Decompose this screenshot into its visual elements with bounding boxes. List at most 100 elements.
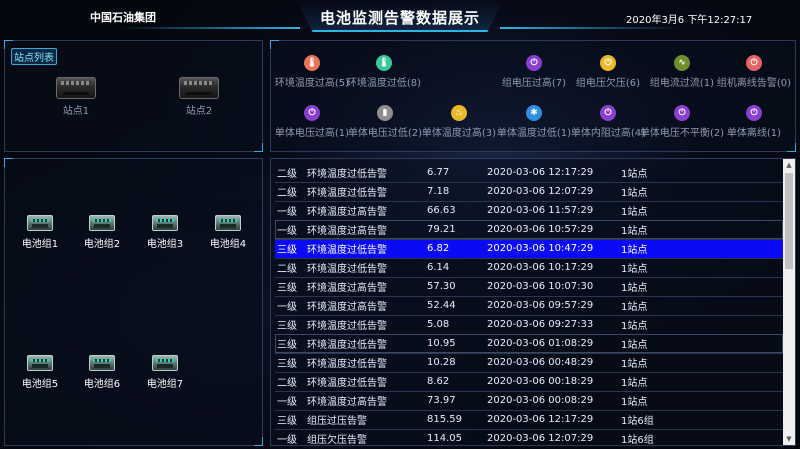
alarm-level: 一级 (277, 226, 297, 237)
alarm-value: 6.14 (427, 262, 450, 273)
group-label: 电池组3 (146, 239, 184, 250)
alarm-location: 1站点 (621, 168, 648, 180)
alarm-type: 环境温度过低告警 (307, 321, 387, 332)
station-label: 站点1 (62, 106, 90, 117)
alarm-level: 三级 (277, 283, 297, 294)
battery-cabinet-icon (152, 355, 178, 371)
alarm-time: 2020-03-06 00:08:29 (487, 395, 594, 406)
station-item-2[interactable]: 站点2 (169, 77, 229, 117)
scroll-down-arrow-icon[interactable]: ▼ (783, 433, 795, 445)
battery-group-4[interactable]: 电池组4 (202, 215, 254, 250)
alarm-row[interactable]: 二级 环境温度过低告警 7.18 2020-03-06 12:07:29 1站点 (275, 182, 783, 201)
battery-group-5[interactable]: 电池组5 (14, 355, 66, 390)
battery-group-7[interactable]: 电池组7 (139, 355, 191, 390)
alarm-location: 1站点 (621, 359, 648, 370)
page-title: 电池监测告警数据展示 (319, 9, 480, 27)
alarm-row[interactable]: 三级 组压过压告警 815.59 2020-03-06 12:17:29 1站6组 (275, 410, 783, 429)
alarm-row[interactable]: 三级 环境温度过低告警 6.82 2020-03-06 10:47:29 1站点 (275, 239, 783, 258)
alarm-value: 114.05 (427, 433, 462, 444)
alarm-time: 2020-03-06 11:57:29 (487, 205, 594, 216)
header-rule-left (120, 27, 300, 29)
alarm-row[interactable]: 三级 环境温度过低告警 5.08 2020-03-06 09:27:33 1站点 (275, 315, 783, 334)
alarm-row[interactable]: 一级 环境温度过高告警 73.97 2020-03-06 00:08:29 1站点 (275, 391, 783, 410)
alarm-type: 环境温度过低告警 (307, 188, 387, 199)
alarm-time: 2020-03-06 00:48:29 (487, 357, 594, 368)
alarm-level: 三级 (277, 245, 297, 256)
thermometer-low-icon: 🌡 (376, 55, 392, 71)
alarm-row[interactable]: 二级 环境温度过低告警 6.77 2020-03-06 12:17:29 1站点 (275, 163, 783, 182)
battery-group-2[interactable]: 电池组2 (76, 215, 128, 250)
alarm-time: 2020-03-06 12:17:29 (487, 414, 594, 425)
stations-panel: 站点列表 站点1 站点2 (4, 40, 263, 152)
alarm-row[interactable]: 三级 环境温度过高告警 57.30 2020-03-06 10:07:30 1站点 (275, 277, 783, 296)
alarm-level: 二级 (277, 378, 297, 389)
header-rule-right (500, 27, 680, 29)
alarm-row[interactable]: 一级 环境温度过高告警 52.44 2020-03-06 09:57:29 1站点 (275, 296, 783, 315)
alarm-row[interactable]: 三级 环境温度过低告警 10.95 2020-03-06 01:08:29 1站点 (275, 334, 783, 353)
current-wave-icon: ∿ (674, 55, 690, 71)
alarm-value: 6.77 (427, 166, 450, 178)
alarm-type: 环境温度过低告警 (307, 264, 387, 275)
alarm-time: 2020-03-06 01:08:29 (487, 338, 594, 349)
company-name: 中国石油集团 (90, 11, 156, 24)
station-item-1[interactable]: 站点1 (46, 77, 106, 117)
alarm-type-cell-offline[interactable]: ⏻ 单体离线(1) (719, 105, 789, 139)
alarm-row[interactable]: 二级 环境温度过低告警 6.14 2020-03-06 10:17:29 1站点 (275, 258, 783, 277)
alarm-type: 环境温度过高告警 (307, 283, 387, 294)
alarm-type-label: 组机离线告警(0) (716, 78, 792, 89)
alarm-time: 2020-03-06 10:57:29 (487, 224, 594, 235)
alarm-level: 三级 (277, 321, 297, 332)
alarm-type: 环境温度过低告警 (307, 168, 387, 180)
group-label: 电池组2 (83, 239, 121, 250)
alarm-level: 一级 (277, 397, 297, 408)
alarm-type: 环境温度过高告警 (307, 226, 387, 237)
scroll-up-arrow-icon[interactable]: ▲ (783, 159, 795, 171)
thermometer-high-icon: 🌡 (304, 55, 320, 71)
group-label: 电池组5 (21, 379, 59, 390)
battery-group-6[interactable]: 电池组6 (76, 355, 128, 390)
alarm-location: 1站点 (621, 207, 648, 218)
alarm-value: 52.44 (427, 300, 456, 311)
alarm-type-group-offline[interactable]: ⏻ 组机离线告警(0) (717, 55, 791, 89)
alarm-time: 2020-03-06 12:07:29 (487, 433, 594, 444)
alarm-type-env-temp-low[interactable]: 🌡 环境温度过低(8) (347, 55, 421, 89)
alarm-time: 2020-03-06 10:47:29 (487, 243, 594, 254)
alarm-type: 环境温度过高告警 (307, 207, 387, 218)
alarm-list-panel: 二级 环境温度过低告警 6.77 2020-03-06 12:17:29 1站点 二级 环境… (270, 158, 796, 446)
alarm-row[interactable]: 二级 环境温度过低告警 8.62 2020-03-06 00:18:29 1站点 (275, 372, 783, 391)
alarm-level: 二级 (277, 168, 297, 180)
group-label: 电池组1 (21, 239, 59, 250)
alarm-location: 1站点 (621, 245, 648, 256)
alarm-level: 一级 (277, 302, 297, 313)
alarm-time: 2020-03-06 09:57:29 (487, 300, 594, 311)
alarm-location: 1站点 (621, 397, 648, 408)
scrollbar-thumb[interactable] (785, 173, 793, 269)
battery-cabinet-icon (152, 215, 178, 231)
resistance-icon: ⏻ (600, 105, 616, 121)
alarm-row[interactable]: 一级 组压欠压告警 114.05 2020-03-06 12:07:29 1站6组 (275, 429, 783, 445)
power-low-icon: ⏻ (600, 55, 616, 71)
alarm-time: 2020-03-06 10:07:30 (487, 281, 594, 292)
battery-cabinet-icon (89, 355, 115, 371)
alarm-location: 1站点 (621, 302, 648, 313)
cell-power-high-icon: ⏻ (304, 105, 320, 121)
alarm-row[interactable]: 一级 环境温度过高告警 79.21 2020-03-06 10:57:29 1站点 (275, 220, 783, 239)
alarm-row[interactable]: 一级 环境温度过高告警 66.63 2020-03-06 11:57:29 1站点 (275, 201, 783, 220)
alarm-location: 1站点 (621, 264, 648, 275)
alarm-row[interactable]: 三级 环境温度过低告警 10.28 2020-03-06 00:48:29 1站点 (275, 353, 783, 372)
stations-list-tag: 站点列表 (11, 48, 57, 65)
battery-group-3[interactable]: 电池组3 (139, 215, 191, 250)
alarm-type: 组压过压告警 (307, 416, 367, 427)
battery-cabinet-icon (89, 215, 115, 231)
alarm-table: 二级 环境温度过低告警 6.77 2020-03-06 12:17:29 1站点 二级 环境… (275, 163, 783, 445)
alarm-list-scrollbar[interactable]: ▲ ▼ (783, 159, 795, 445)
imbalance-icon: ⏻ (674, 105, 690, 121)
battery-groups-panel: 电池组1 电池组2 电池组3 电池组4 电池组5 电池组6 电池组7 (4, 158, 263, 446)
battery-rack-icon (179, 77, 219, 99)
alarm-time: 2020-03-06 12:17:29 (487, 166, 594, 178)
alarm-level: 三级 (277, 340, 297, 351)
group-label: 电池组4 (209, 239, 247, 250)
cell-battery-icon: ▮ (377, 105, 393, 121)
battery-group-1[interactable]: 电池组1 (14, 215, 66, 250)
alarm-value: 66.63 (427, 205, 456, 216)
